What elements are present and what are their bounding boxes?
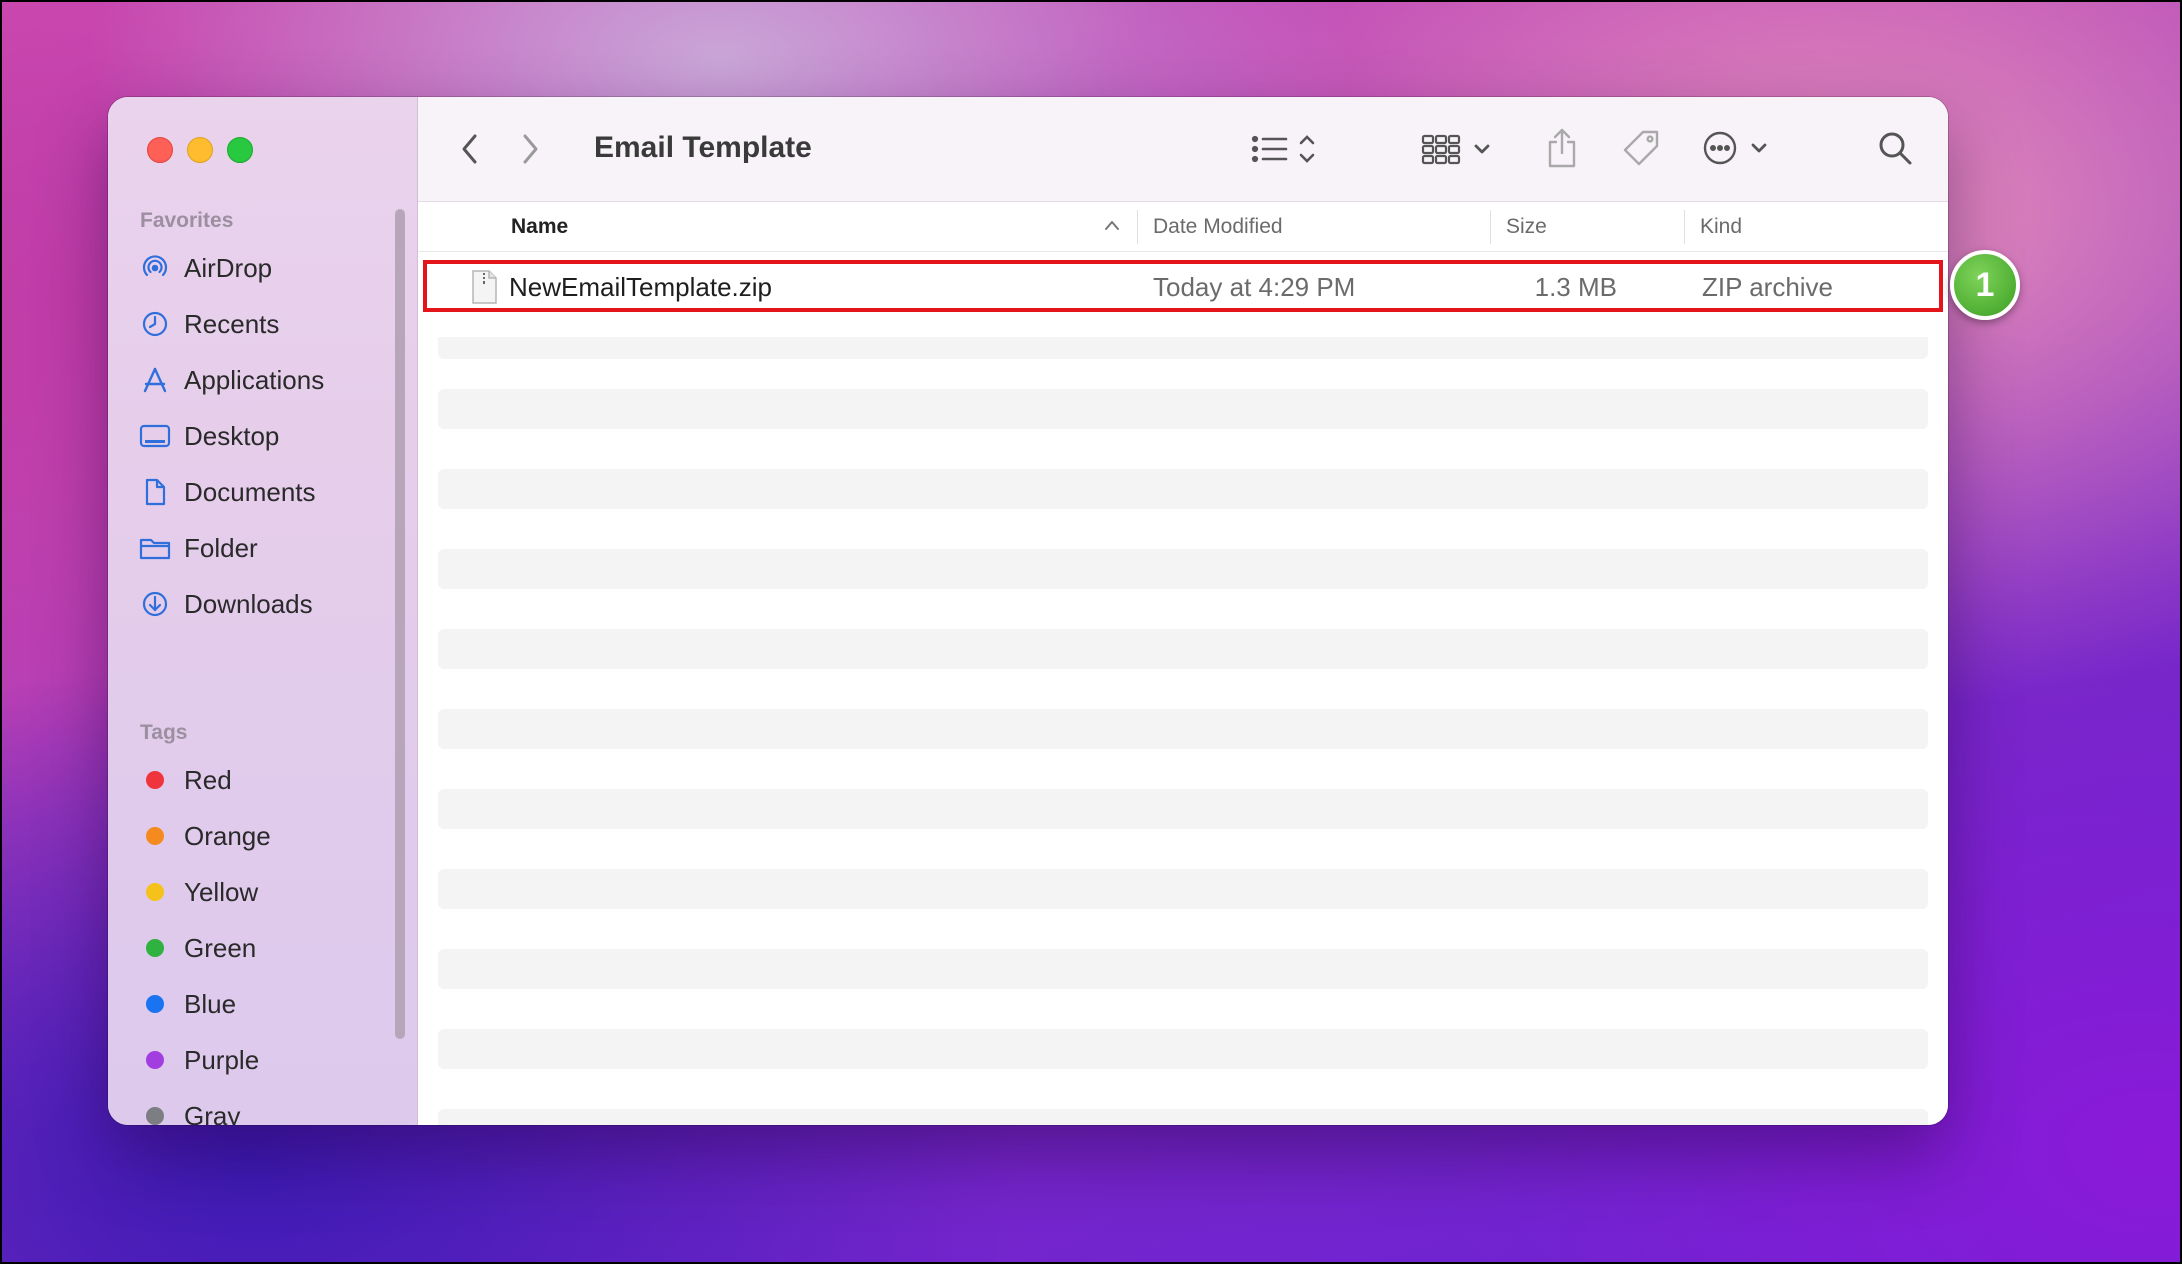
empty-row — [438, 709, 1928, 749]
tag-label: Green — [184, 932, 257, 963]
sidebar-item-label: AirDrop — [184, 252, 273, 283]
sidebar-item-label: Applications — [184, 364, 325, 395]
sidebar-tag-gray[interactable]: Gray — [138, 1096, 388, 1125]
sidebar-scrollbar[interactable] — [395, 209, 405, 1039]
chevron-left-icon — [462, 134, 477, 164]
tag-label: Purple — [184, 1044, 260, 1075]
sidebar-item-label: Recents — [184, 308, 280, 339]
column-separator[interactable] — [1490, 210, 1491, 244]
file-size: 1.3 MB — [1534, 272, 1617, 302]
window-title: Email Template — [594, 131, 812, 164]
sidebar-item-desktop[interactable]: Desktop — [138, 416, 388, 456]
sidebar-item-recents[interactable]: Recents — [138, 304, 388, 344]
main-pane: Email Template Name Date Modified Size K… — [418, 97, 1948, 1125]
favorites-header: Favorites — [140, 209, 234, 232]
sidebar-item-label: Downloads — [184, 588, 313, 619]
column-separator[interactable] — [1684, 210, 1685, 244]
sidebar-tag-orange[interactable]: Orange — [138, 816, 388, 856]
sidebar-item-downloads[interactable]: Downloads — [138, 584, 388, 624]
empty-row — [438, 337, 1928, 359]
search-button[interactable] — [1870, 125, 1920, 171]
column-size[interactable]: Size — [1506, 215, 1547, 239]
tag-dot-icon — [138, 1043, 172, 1077]
sidebar: Favorites AirDrop Recents Applications D… — [108, 97, 418, 1125]
sidebar-tag-red[interactable]: Red — [138, 760, 388, 800]
tag-label: Gray — [184, 1100, 241, 1126]
list-view-icon — [1251, 135, 1315, 163]
airdrop-icon — [138, 251, 172, 285]
column-name[interactable]: Name — [511, 215, 568, 239]
download-icon — [138, 587, 172, 621]
desktop-icon — [138, 419, 172, 453]
document-icon — [138, 475, 172, 509]
file-row[interactable]: NewEmailTemplate.zip Today at 4:29 PM 1.… — [423, 260, 1943, 312]
step-number-badge: 1 — [1950, 250, 2020, 320]
empty-row — [438, 869, 1928, 909]
sidebar-item-airdrop[interactable]: AirDrop — [138, 248, 388, 288]
zip-file-icon — [471, 270, 497, 309]
sidebar-tag-blue[interactable]: Blue — [138, 984, 388, 1024]
sidebar-item-label: Folder — [184, 532, 258, 563]
forward-button[interactable] — [510, 127, 550, 171]
empty-row — [438, 1109, 1928, 1125]
sidebar-tag-green[interactable]: Green — [138, 928, 388, 968]
tag-dot-icon — [138, 1099, 172, 1125]
file-name: NewEmailTemplate.zip — [509, 272, 772, 302]
close-window-button[interactable] — [147, 137, 173, 163]
share-button[interactable] — [1540, 123, 1584, 173]
sidebar-item-label: Desktop — [184, 420, 280, 451]
column-separator[interactable] — [1137, 210, 1138, 244]
applications-icon — [138, 363, 172, 397]
sidebar-item-applications[interactable]: Applications — [138, 360, 388, 400]
back-button[interactable] — [450, 127, 490, 171]
empty-row — [438, 629, 1928, 669]
tag-dot-icon — [138, 875, 172, 909]
sort-ascending-icon[interactable] — [1103, 218, 1121, 237]
file-date-modified: Today at 4:29 PM — [1153, 272, 1356, 302]
column-date-modified[interactable]: Date Modified — [1153, 215, 1283, 239]
empty-row — [438, 949, 1928, 989]
tag-dot-icon — [138, 987, 172, 1021]
empty-row — [438, 1029, 1928, 1069]
share-icon — [1548, 128, 1576, 168]
folder-icon — [138, 531, 172, 565]
toolbar: Email Template — [418, 97, 1948, 202]
file-kind: ZIP archive — [1702, 272, 1834, 302]
group-button[interactable] — [1418, 127, 1498, 171]
empty-row — [438, 789, 1928, 829]
column-kind[interactable]: Kind — [1700, 215, 1742, 239]
ellipsis-circle-icon — [1703, 131, 1767, 165]
minimize-window-button[interactable] — [187, 137, 213, 163]
tag-label: Orange — [184, 820, 271, 851]
view-options-button[interactable] — [1248, 127, 1332, 171]
finder-window: Favorites AirDrop Recents Applications D… — [108, 97, 1948, 1125]
sidebar-item-folder[interactable]: Folder — [138, 528, 388, 568]
column-header: Name Date Modified Size Kind — [418, 202, 1948, 252]
tag-label: Blue — [184, 988, 237, 1019]
clock-icon — [138, 307, 172, 341]
sidebar-item-documents[interactable]: Documents — [138, 472, 388, 512]
zoom-window-button[interactable] — [227, 137, 253, 163]
more-actions-button[interactable] — [1698, 125, 1778, 171]
sidebar-tag-purple[interactable]: Purple — [138, 1040, 388, 1080]
tags-header: Tags — [140, 721, 188, 744]
sidebar-item-label: Documents — [184, 476, 316, 507]
tag-label: Red — [184, 764, 232, 795]
empty-row — [438, 549, 1928, 589]
tag-button[interactable] — [1618, 125, 1664, 171]
empty-row — [438, 389, 1928, 429]
empty-row — [438, 469, 1928, 509]
tag-dot-icon — [138, 819, 172, 853]
grid-icon — [1421, 134, 1490, 165]
tag-dot-icon — [138, 763, 172, 797]
tag-icon — [1623, 130, 1659, 166]
sidebar-tag-yellow[interactable]: Yellow — [138, 872, 388, 912]
tag-label: Yellow — [184, 876, 259, 907]
tag-dot-icon — [138, 931, 172, 965]
search-icon — [1879, 132, 1912, 165]
chevron-right-icon — [523, 134, 538, 164]
